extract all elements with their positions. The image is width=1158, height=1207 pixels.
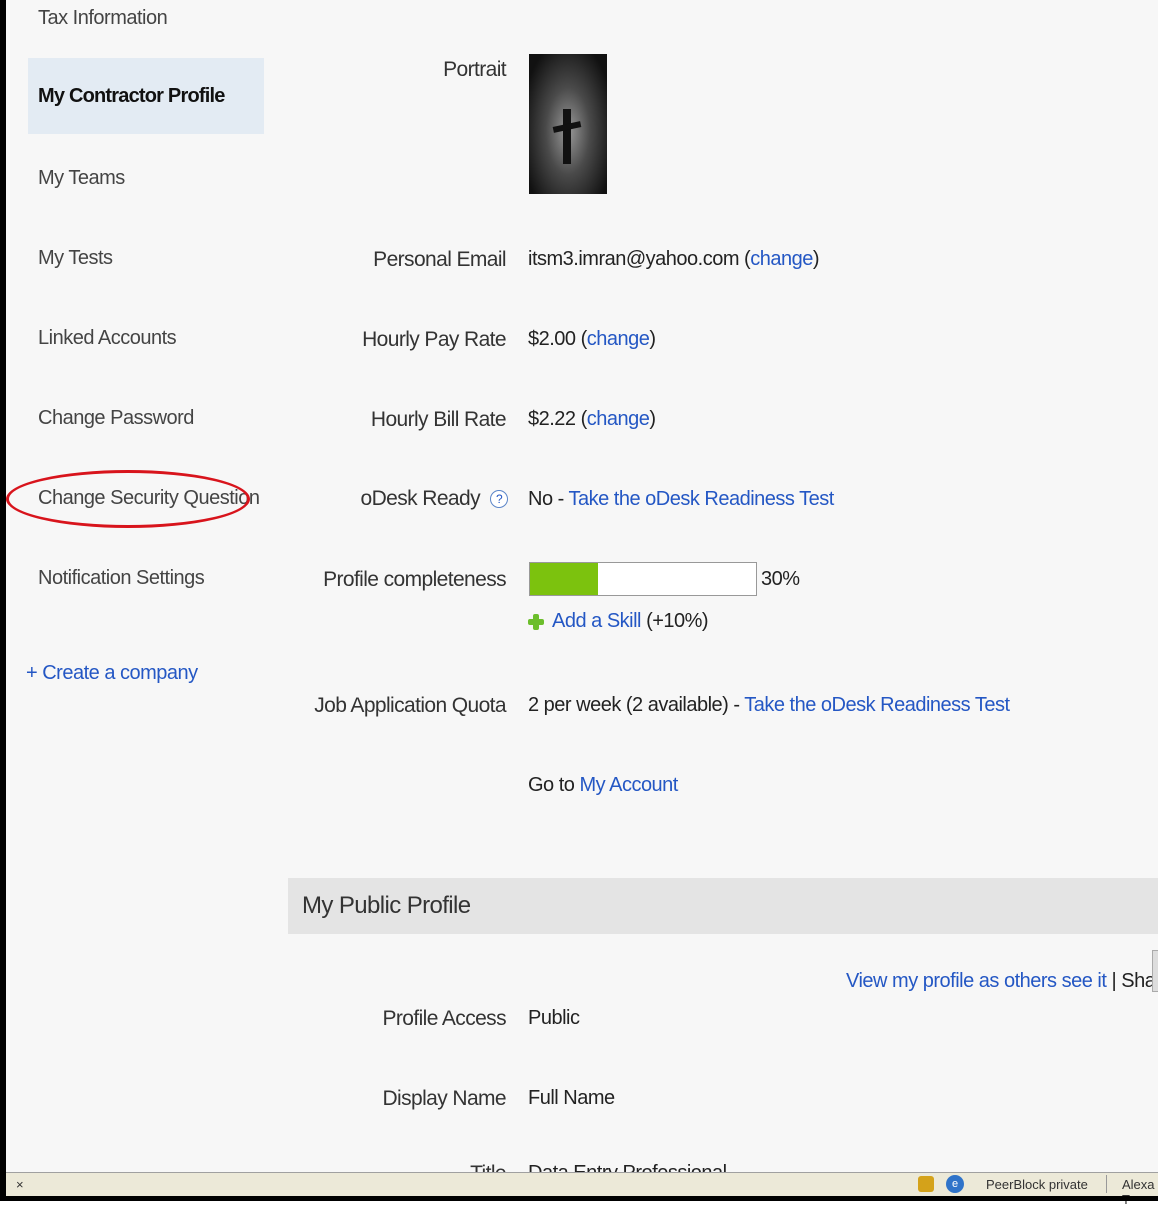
portrait-figure bbox=[563, 109, 571, 164]
sidebar-item-my-tests[interactable]: My Tests bbox=[28, 220, 264, 296]
sidebar-item-label: Tax Information bbox=[38, 7, 168, 29]
sidebar-item-label: My Teams bbox=[38, 167, 125, 189]
sidebar-item-label: Linked Accounts bbox=[38, 327, 177, 349]
portrait-label: Portrait bbox=[443, 58, 506, 81]
sidebar-item-label: My Tests bbox=[38, 247, 113, 269]
add-skill-link[interactable]: Add a Skill bbox=[552, 610, 642, 632]
go-to-text: Go to bbox=[528, 774, 580, 796]
personal-email-label: Personal Email bbox=[373, 248, 506, 271]
hourly-bill-rate-label: Hourly Bill Rate bbox=[370, 408, 507, 431]
job-application-quota-value: 2 per week (2 available) - Take the oDes… bbox=[528, 694, 1010, 717]
title-value: Data Entry Professional bbox=[528, 1162, 727, 1172]
peerblock-status[interactable]: PeerBlock private bbox=[986, 1177, 1088, 1192]
settings-page: Tax Information My Contractor Profile My… bbox=[6, 0, 1158, 1172]
share-row: View my profile as others see it | Share… bbox=[846, 970, 1158, 993]
create-company-link[interactable]: + Create a company bbox=[26, 662, 198, 685]
readiness-test-link[interactable]: Take the oDesk Readiness Test bbox=[568, 488, 834, 510]
ready-status: No - bbox=[528, 488, 569, 510]
window-frame-bottom bbox=[0, 1196, 1158, 1201]
sidebar-item-linked-accounts[interactable]: Linked Accounts bbox=[28, 300, 264, 376]
sidebar-item-label: Change Security Question bbox=[38, 487, 260, 509]
share-on-text: | Share on bbox=[1111, 970, 1158, 992]
quota-readiness-test-link[interactable]: Take the oDesk Readiness Test bbox=[744, 694, 1010, 716]
sidebar-item-label: My Contractor Profile bbox=[38, 85, 225, 107]
odesk-ready-label: oDesk Ready? bbox=[361, 487, 508, 511]
status-separator bbox=[1106, 1175, 1107, 1193]
quota-text: 2 per week (2 available) - bbox=[528, 694, 745, 716]
sidebar-item-tax-information[interactable]: Tax Information bbox=[28, 0, 264, 36]
profile-completeness-label: Profile completeness bbox=[323, 568, 507, 591]
profile-access-value: Public bbox=[528, 1007, 580, 1029]
share-button[interactable] bbox=[1152, 950, 1158, 992]
my-public-profile-header: My Public Profile bbox=[288, 878, 1158, 934]
sidebar-item-label: Notification Settings bbox=[38, 567, 205, 589]
sidebar-item-change-security-question[interactable]: Change Security Question bbox=[28, 460, 264, 536]
hourly-bill-rate-value: $2.22 (change) bbox=[528, 408, 656, 430]
change-bill-rate-link[interactable]: change bbox=[587, 408, 650, 430]
change-pay-rate-link[interactable]: change bbox=[587, 328, 650, 350]
profile-completeness-fill bbox=[530, 563, 598, 595]
browser-icon[interactable]: e bbox=[946, 1175, 964, 1193]
sidebar-item-change-password[interactable]: Change Password bbox=[28, 380, 264, 456]
sidebar-item-notification-settings[interactable]: Notification Settings bbox=[28, 540, 264, 616]
view-profile-link[interactable]: View my profile as others see it bbox=[846, 970, 1107, 992]
title-label: Title bbox=[470, 1162, 507, 1172]
profile-completeness-bar bbox=[529, 562, 757, 596]
alexa-status[interactable]: Alexa T bbox=[1122, 1177, 1158, 1207]
profile-completeness-percent: 30% bbox=[761, 568, 800, 590]
display-name-value: Full Name bbox=[528, 1087, 615, 1109]
section-title: My Public Profile bbox=[302, 892, 471, 919]
go-to-account-row: Go to My Account bbox=[528, 774, 678, 797]
sidebar-item-my-contractor-profile[interactable]: My Contractor Profile bbox=[28, 58, 264, 134]
hourly-pay-rate-value: $2.00 (change) bbox=[528, 328, 656, 350]
odesk-ready-value: No - Take the oDesk Readiness Test bbox=[528, 488, 834, 511]
hourly-pay-rate-label: Hourly Pay Rate bbox=[362, 328, 507, 351]
odesk-ready-text: oDesk Ready bbox=[360, 487, 481, 510]
bill-rate-text: $2.22 bbox=[528, 408, 576, 430]
email-text: itsm3.imran@yahoo.com bbox=[528, 248, 739, 270]
my-account-link[interactable]: My Account bbox=[579, 774, 678, 796]
close-icon[interactable]: × bbox=[16, 1177, 24, 1192]
job-application-quota-label: Job Application Quota bbox=[314, 694, 506, 717]
profile-access-label: Profile Access bbox=[382, 1007, 507, 1030]
portrait-image[interactable] bbox=[529, 54, 607, 194]
addon-icon[interactable] bbox=[918, 1176, 934, 1192]
personal-email-value: itsm3.imran@yahoo.com (change) bbox=[528, 248, 820, 270]
sidebar-item-label: Change Password bbox=[38, 407, 194, 429]
pay-rate-text: $2.00 bbox=[528, 328, 576, 350]
add-skill-bonus: (+10%) bbox=[646, 610, 709, 632]
browser-status-bar: × e PeerBlock private Alexa T bbox=[6, 1172, 1158, 1207]
sidebar-item-my-teams[interactable]: My Teams bbox=[28, 140, 264, 216]
change-email-link[interactable]: change bbox=[750, 248, 813, 270]
add-skill-row: Add a Skill (+10%) bbox=[528, 610, 709, 633]
display-name-label: Display Name bbox=[382, 1087, 506, 1110]
add-icon bbox=[528, 613, 544, 630]
help-icon[interactable]: ? bbox=[490, 490, 508, 509]
